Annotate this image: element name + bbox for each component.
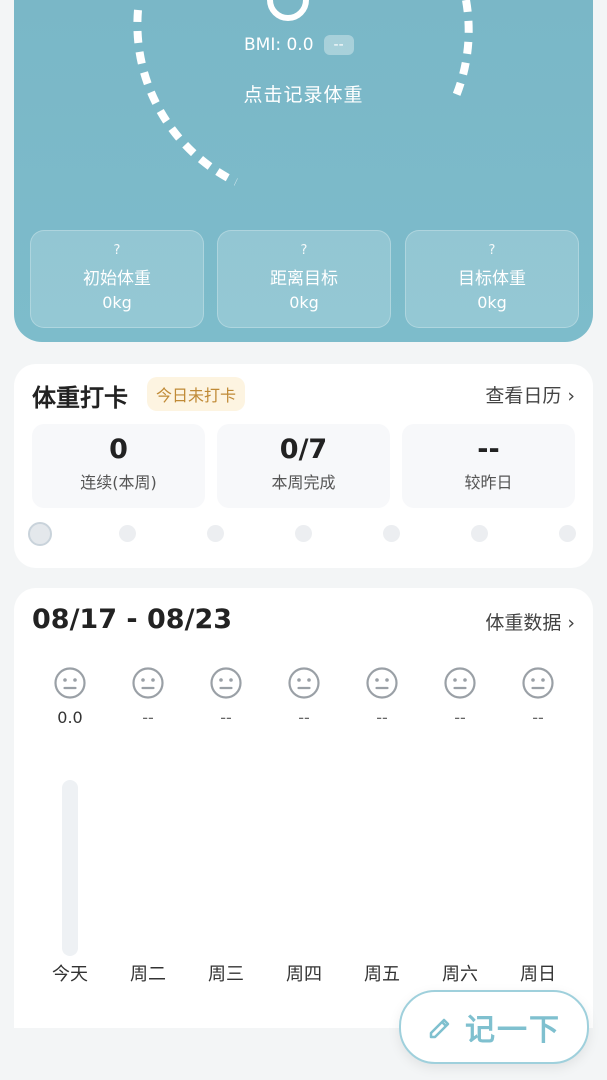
- date-range: 08/17 - 08/23: [32, 604, 233, 635]
- weight-bar-today: [62, 780, 78, 956]
- streak-label: 连续(本周): [80, 473, 157, 492]
- checkin-status-badge: 今日未打卡: [147, 377, 246, 411]
- record-weight-hint[interactable]: 点击记录体重: [14, 80, 593, 107]
- neutral-face-icon: [288, 667, 320, 699]
- weight-hero-panel[interactable]: BMI: 0.0 -- 点击记录体重 ? 初始体重 0kg ? 距离目标 0kg…: [14, 0, 593, 342]
- vs-yesterday-label: 较昨日: [464, 473, 513, 492]
- week-completion-value: 0/7: [279, 434, 328, 465]
- day-column[interactable]: --: [269, 666, 339, 727]
- day-column[interactable]: 0.0: [35, 666, 105, 727]
- target-weight-card[interactable]: ? 目标体重 0kg: [405, 230, 579, 328]
- neutral-face-icon: [132, 667, 164, 699]
- day-weight-value: --: [532, 708, 544, 727]
- week-completion-stat: 0/7 本周完成: [217, 424, 390, 508]
- neutral-face-icon: [444, 667, 476, 699]
- info-icon[interactable]: ?: [31, 243, 203, 258]
- week-completion-label: 本周完成: [271, 473, 336, 492]
- stat-label: 距离目标: [270, 269, 338, 289]
- day-weight-value: --: [376, 708, 388, 727]
- weight-data-link[interactable]: 体重数据 ›: [485, 608, 575, 635]
- day-dot[interactable]: [471, 525, 488, 542]
- day-dot[interactable]: [383, 525, 400, 542]
- stat-value: 0kg: [102, 293, 132, 312]
- day-weight-value: --: [220, 708, 232, 727]
- view-calendar-link[interactable]: 查看日历 ›: [485, 381, 575, 408]
- day-label: 周二: [130, 964, 166, 985]
- day-weight-value: --: [298, 708, 310, 727]
- checkin-title: 体重打卡: [32, 384, 128, 412]
- day-column[interactable]: --: [425, 666, 495, 727]
- streak-value: 0: [109, 434, 128, 465]
- vs-yesterday-value: --: [477, 434, 500, 465]
- week-progress-dots: [14, 522, 593, 546]
- weekly-weight-card: 08/17 - 08/23 体重数据 › 0.0 -- -- -- -- -- -- 今天 周…: [14, 588, 593, 1028]
- bmi-row: BMI: 0.0 --: [244, 32, 354, 58]
- record-weight-button[interactable]: 记一下: [399, 990, 589, 1064]
- neutral-face-icon: [54, 667, 86, 699]
- day-label: 周五: [364, 964, 400, 985]
- day-column[interactable]: --: [503, 666, 573, 727]
- day-label: 周六: [442, 964, 478, 985]
- day-dot[interactable]: [119, 525, 136, 542]
- day-weight-value: --: [454, 708, 466, 727]
- day-dot-today[interactable]: [28, 522, 52, 546]
- day-weight-value: --: [142, 708, 154, 727]
- record-weight-label: 记一下: [465, 1013, 561, 1048]
- day-column[interactable]: --: [191, 666, 261, 727]
- day-label: 今天: [52, 964, 88, 985]
- stat-label: 初始体重: [83, 269, 151, 289]
- neutral-face-icon: [210, 667, 242, 699]
- neutral-face-icon: [366, 667, 398, 699]
- pencil-icon: [429, 1018, 450, 1039]
- day-dot[interactable]: [295, 525, 312, 542]
- day-column[interactable]: --: [347, 666, 417, 727]
- bmi-status-badge: --: [323, 35, 354, 55]
- checkin-card: 体重打卡 今日未打卡 查看日历 › 0 连续(本周) 0/7 本周完成 -- 较…: [14, 364, 593, 568]
- streak-stat: 0 连续(本周): [32, 424, 205, 508]
- bmi-value: BMI: 0.0: [244, 35, 314, 55]
- day-dot[interactable]: [207, 525, 224, 542]
- vs-yesterday-stat: -- 较昨日: [402, 424, 575, 508]
- info-icon[interactable]: ?: [406, 243, 578, 258]
- initial-weight-card[interactable]: ? 初始体重 0kg: [30, 230, 204, 328]
- stat-value: 0kg: [477, 293, 507, 312]
- distance-to-goal-card[interactable]: ? 距离目标 0kg: [217, 230, 391, 328]
- neutral-face-icon: [522, 667, 554, 699]
- day-column[interactable]: --: [113, 666, 183, 727]
- stat-label: 目标体重: [458, 269, 526, 289]
- day-label: 周四: [286, 964, 322, 985]
- day-label: 周三: [208, 964, 244, 985]
- day-weight-value: 0.0: [57, 708, 83, 727]
- day-dot[interactable]: [559, 525, 576, 542]
- day-label: 周日: [520, 964, 556, 985]
- stat-value: 0kg: [289, 293, 319, 312]
- info-icon[interactable]: ?: [218, 243, 390, 258]
